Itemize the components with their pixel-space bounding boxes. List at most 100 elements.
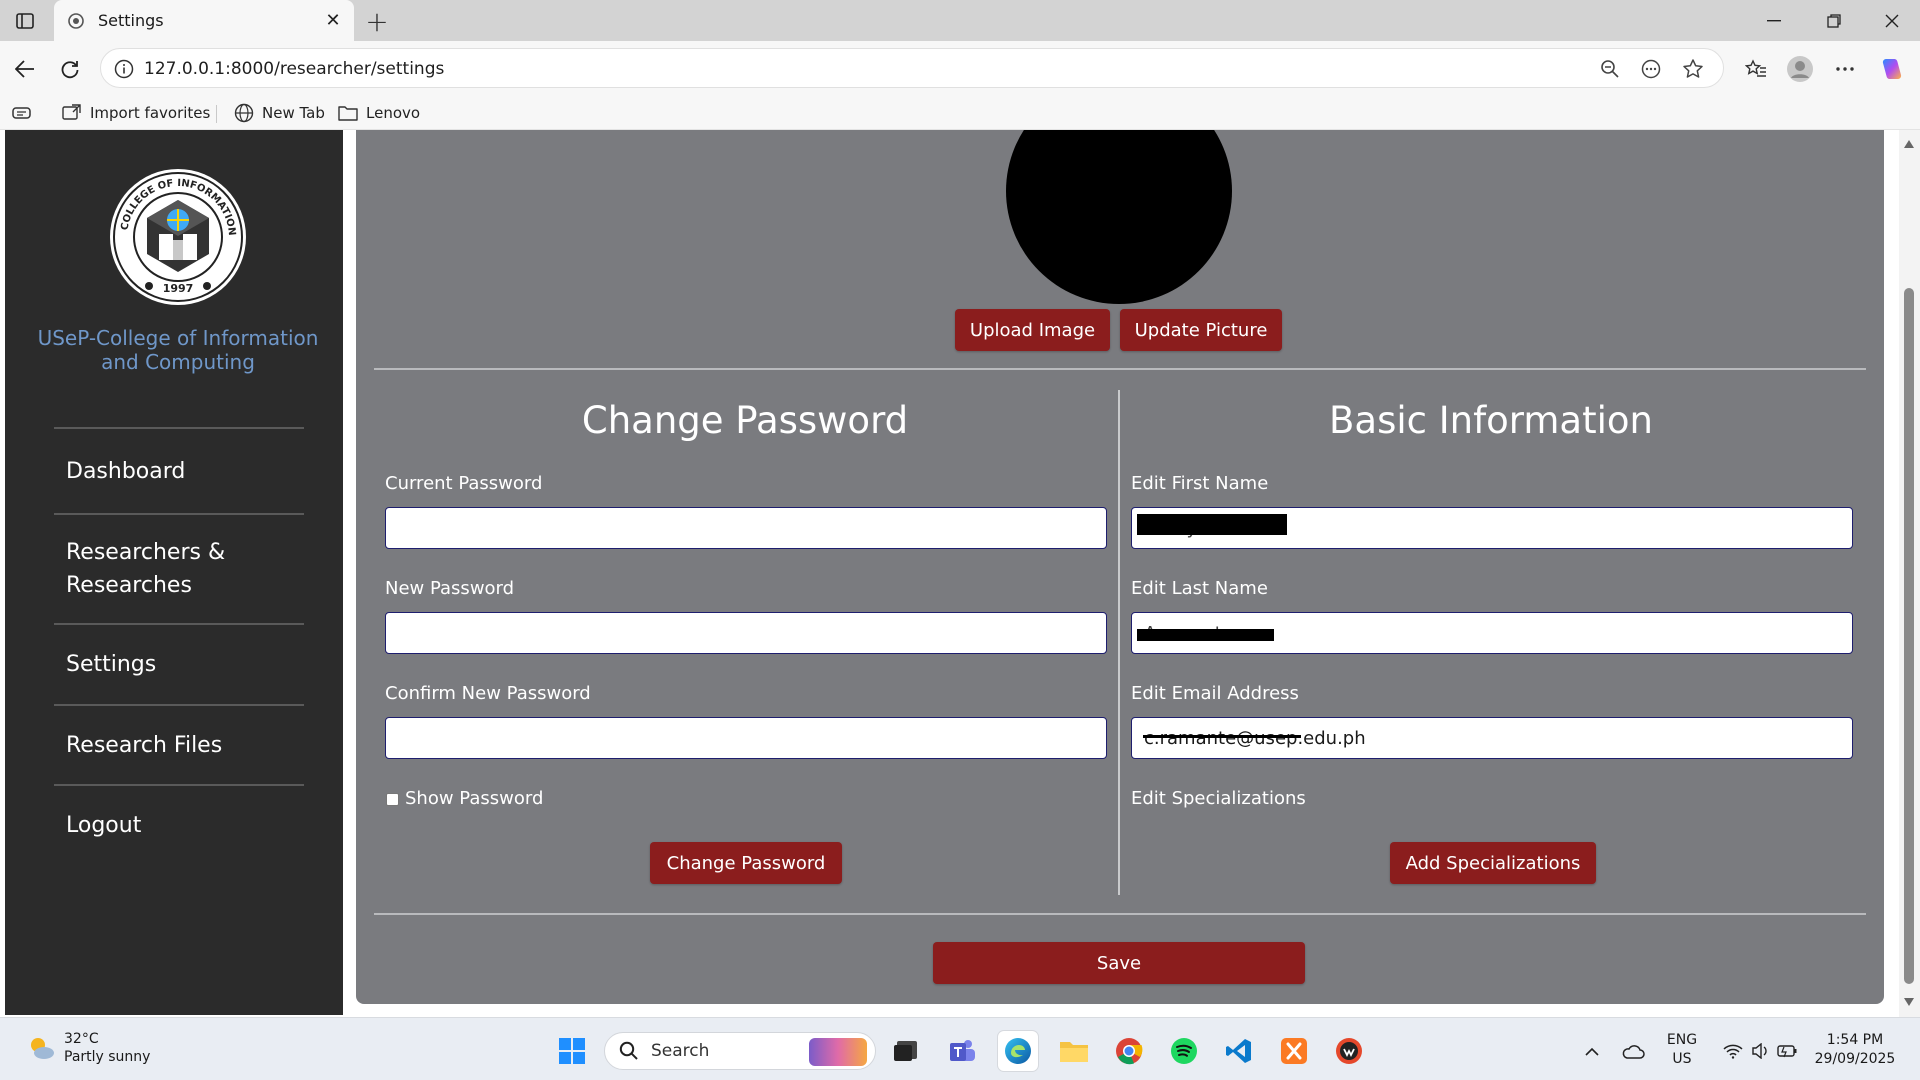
volume-icon <box>1751 1043 1769 1059</box>
globe-icon <box>234 103 262 123</box>
file-explorer-icon[interactable] <box>1054 1031 1094 1071</box>
sidebar-item-researchers-researches[interactable]: Researchers & Researches <box>54 513 304 623</box>
search-icon <box>619 1041 639 1061</box>
xampp-icon[interactable] <box>1274 1031 1314 1071</box>
page-scrollbar[interactable] <box>1899 130 1920 1017</box>
minimize-icon[interactable] <box>1746 0 1802 41</box>
new-tab-plus-icon[interactable]: + <box>362 5 392 38</box>
specializations-label: Edit Specializations <box>1131 788 1306 809</box>
search-label: Search <box>651 1041 710 1061</box>
favorites-bar: Import favorites New Tab Lenovo <box>0 95 1920 130</box>
sidebar-item-research-files[interactable]: Research Files <box>54 704 304 784</box>
email-input[interactable]: c.ramante@usep.edu.ph <box>1131 717 1853 759</box>
edge-browser-icon[interactable] <box>998 1031 1038 1071</box>
scroll-down-arrow-icon[interactable] <box>1903 996 1915 1008</box>
redaction-bar <box>1137 514 1287 535</box>
divider-vertical <box>1118 390 1120 895</box>
add-specializations-button[interactable]: Add Specializations <box>1390 842 1596 884</box>
clock-date: 29/09/2025 <box>1814 1051 1896 1067</box>
first-name-label: Edit First Name <box>1131 473 1269 494</box>
chrome-icon[interactable] <box>1109 1031 1149 1071</box>
more-menu-icon[interactable] <box>1829 53 1861 85</box>
sidebar-item-label: Dashboard <box>66 458 186 484</box>
close-window-icon[interactable] <box>1864 0 1920 41</box>
page-viewport: COLLEGE OF INFORMATION AND COMPUTING 199… <box>0 130 1920 1017</box>
current-password-label: Current Password <box>385 473 543 494</box>
save-button[interactable]: Save <box>933 942 1305 984</box>
show-password-checkbox[interactable] <box>386 793 399 806</box>
onedrive-cloud-icon[interactable] <box>1614 1031 1652 1071</box>
tab-actions-icon[interactable] <box>10 8 40 34</box>
change-password-title: Change Password <box>581 399 909 442</box>
partly-sunny-icon <box>26 1033 56 1063</box>
zoom-out-icon[interactable] <box>1598 57 1622 81</box>
favorite-star-icon[interactable] <box>1681 57 1705 81</box>
weather-temperature: 32°C <box>64 1031 99 1047</box>
tab-title: Settings <box>98 11 164 30</box>
change-password-button[interactable]: Change Password <box>650 842 842 884</box>
vscode-icon[interactable] <box>1219 1031 1259 1071</box>
reading-view-icon[interactable] <box>12 101 40 125</box>
college-seal-logo: COLLEGE OF INFORMATION AND COMPUTING 199… <box>104 160 247 306</box>
wamp-icon[interactable] <box>1329 1031 1369 1071</box>
favorite-label: Lenovo <box>366 104 421 122</box>
current-password-input[interactable] <box>385 507 1107 549</box>
browser-tab-bar: Settings ✕ + <box>0 0 1920 41</box>
system-status-cluster[interactable] <box>1716 1031 1804 1071</box>
spotify-icon[interactable] <box>1164 1031 1204 1071</box>
favorites-list-icon[interactable] <box>1740 53 1772 85</box>
profile-avatar-icon[interactable] <box>1784 53 1816 85</box>
confirm-password-input[interactable] <box>385 717 1107 759</box>
show-password-label: Show Password <box>405 788 544 809</box>
favorites-divider <box>216 105 217 123</box>
task-view-icon[interactable] <box>886 1031 926 1071</box>
back-arrow-icon[interactable] <box>8 52 42 86</box>
divider-top <box>374 368 1866 370</box>
upload-image-button[interactable]: Upload Image <box>955 309 1110 351</box>
scroll-up-arrow-icon[interactable] <box>1903 138 1915 150</box>
update-picture-button[interactable]: Update Picture <box>1120 309 1282 351</box>
refresh-icon[interactable] <box>53 52 87 86</box>
close-tab-icon[interactable]: ✕ <box>318 6 348 36</box>
restore-icon[interactable] <box>1806 0 1862 41</box>
settings-panel: Upload Image Update Picture Change Passw… <box>356 130 1884 1004</box>
copilot-icon[interactable] <box>1876 53 1908 85</box>
language-indicator[interactable]: ENG US <box>1664 1031 1700 1069</box>
sidebar-item-label: Logout <box>66 812 142 838</box>
favorite-new-tab[interactable]: New Tab <box>234 101 325 125</box>
sidebar-item-label: Research Files <box>66 732 223 758</box>
svg-text:1997: 1997 <box>163 282 194 295</box>
favorite-label: Import favorites <box>90 104 211 122</box>
browser-tab-settings[interactable]: Settings ✕ <box>54 0 354 41</box>
weather-description: Partly sunny <box>64 1049 151 1065</box>
weather-widget[interactable]: 32°C Partly sunny <box>26 1030 150 1066</box>
favorite-lenovo[interactable]: Lenovo <box>338 101 420 125</box>
profile-picture <box>1006 130 1232 304</box>
taskbar-search[interactable]: Search <box>604 1032 876 1070</box>
address-bar[interactable]: 127.0.0.1:8000/researcher/settings <box>100 48 1724 88</box>
sidebar-item-logout[interactable]: Logout <box>54 784 304 864</box>
sidebar-item-dashboard[interactable]: Dashboard <box>54 427 304 513</box>
scrollbar-thumb[interactable] <box>1904 288 1914 984</box>
redaction-bar <box>1137 629 1274 641</box>
sidebar-item-settings[interactable]: Settings <box>54 623 304 704</box>
sidebar-item-label: Researchers & Researches <box>66 540 226 598</box>
url-text: 127.0.0.1:8000/researcher/settings <box>144 59 445 79</box>
clock-time: 1:54 PM <box>1826 1032 1884 1048</box>
windows-start-icon[interactable] <box>552 1031 592 1071</box>
teams-icon[interactable] <box>942 1031 982 1071</box>
redaction-strike <box>1143 735 1301 738</box>
new-password-input[interactable] <box>385 612 1107 654</box>
folder-icon <box>338 104 366 122</box>
sidebar: COLLEGE OF INFORMATION AND COMPUTING 199… <box>5 130 343 1015</box>
sidebar-item-label: Settings <box>66 652 157 677</box>
site-info-icon[interactable] <box>113 58 135 80</box>
confirm-password-label: Confirm New Password <box>385 683 591 704</box>
wifi-icon <box>1723 1043 1743 1059</box>
favorite-import-favorites[interactable]: Import favorites <box>62 101 210 125</box>
page-actions-icon[interactable] <box>1639 57 1663 81</box>
chevron-up-icon[interactable] <box>1572 1031 1612 1071</box>
clock[interactable]: 1:54 PM 29/09/2025 <box>1810 1031 1900 1069</box>
email-label: Edit Email Address <box>1131 683 1299 704</box>
language-code: ENG <box>1666 1032 1698 1048</box>
